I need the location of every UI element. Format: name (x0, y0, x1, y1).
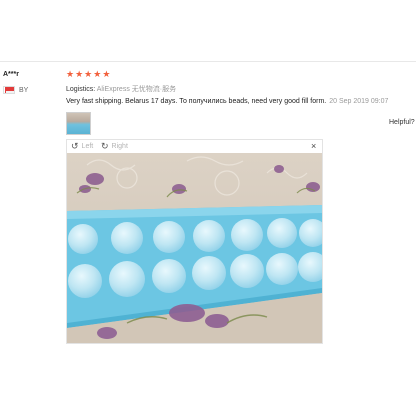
review-text: Very fast shipping. Belarus 17 days. То … (66, 98, 388, 105)
review-photo (67, 153, 322, 343)
star-icon: ★ (84, 69, 93, 79)
review-date: 20 Sep 2019 09:07 (329, 98, 389, 105)
review-photo-image (67, 153, 322, 343)
rotate-right-button[interactable]: ↻ Right (101, 142, 128, 151)
feedback-text: Very fast shipping. Belarus 17 days. То … (66, 98, 327, 105)
helpful-link[interactable]: Helpful? (389, 119, 415, 126)
star-icon: ★ (75, 69, 84, 79)
photo-thumbnail[interactable] (66, 112, 91, 135)
rotate-left-icon: ↺ (71, 141, 79, 151)
star-icon: ★ (93, 69, 102, 79)
rotate-right-icon: ↻ (101, 141, 109, 151)
star-icon: ★ (102, 69, 111, 79)
rotate-left-button[interactable]: ↺ Left (71, 142, 93, 151)
logistics-label: Logistics: (66, 86, 96, 93)
country-code: BY (19, 86, 29, 94)
logistics-value: AliExpress 无忧物流·服务 (96, 86, 177, 93)
reviewer-country: BY (3, 86, 28, 94)
rotate-right-label: Right (111, 143, 128, 150)
rotate-left-label: Left (81, 143, 94, 150)
reviewer-name: A***r (3, 71, 19, 78)
logistics-info: Logistics: AliExpress 无忧物流·服务 (66, 84, 176, 94)
viewer-toolbar: ↺ Left ↻ Right × (67, 140, 322, 153)
belarus-flag-icon (3, 86, 15, 94)
close-icon[interactable]: × (311, 142, 316, 151)
star-rating: ★ ★ ★ ★ ★ (66, 70, 110, 79)
image-viewer: ↺ Left ↻ Right × (66, 139, 323, 344)
star-icon: ★ (66, 69, 75, 79)
top-divider (0, 61, 416, 62)
